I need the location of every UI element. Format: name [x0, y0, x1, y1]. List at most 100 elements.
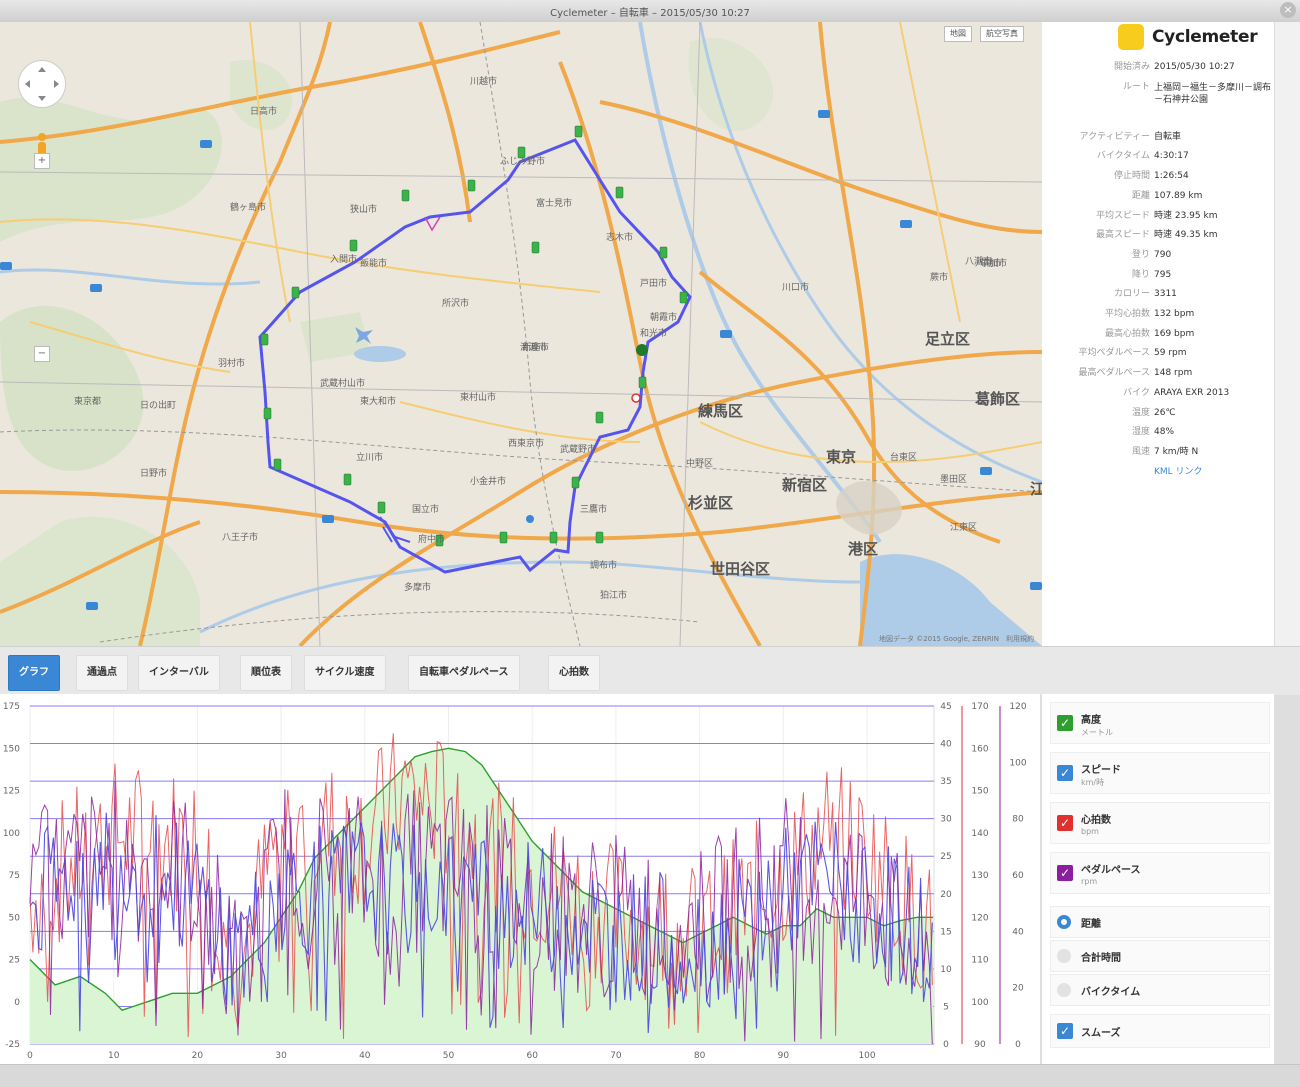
- ride-graph[interactable]: 0 10 20 30 40 50 60 70 80 90 100 -25 0 25 50 75 100 125 15…: [0, 694, 1040, 1064]
- tab-cycle-speed[interactable]: サイクル速度: [304, 655, 386, 691]
- x-option-distance[interactable]: 距離: [1050, 906, 1270, 938]
- stat-value: ARAYA EXR 2013: [1154, 387, 1230, 398]
- stat-value: 169 bpm: [1154, 328, 1195, 339]
- x-tick-label: 90: [778, 1051, 790, 1061]
- map-place-label: 清瀬市: [520, 341, 547, 353]
- x-option-total-time-label: 合計時間: [1081, 953, 1121, 964]
- altitude-checkbox[interactable]: ✓: [1057, 715, 1073, 731]
- stat-row: 平均スピード 時速 23.95 km: [1044, 207, 1276, 227]
- x-tick-label: 50: [443, 1051, 455, 1061]
- stat-label: 登り: [1131, 249, 1150, 260]
- cyclemeter-logo-icon: [1118, 24, 1144, 50]
- map-place-label: ふじみ野市: [500, 155, 545, 167]
- x-tick-label: 60: [526, 1051, 538, 1061]
- stat-row: 開始済み 2015/05/30 10:27: [1044, 58, 1276, 78]
- map-place-label: 川越市: [470, 75, 497, 87]
- window-bottom-bar: [0, 1064, 1300, 1087]
- x-tick-label: 30: [275, 1051, 287, 1061]
- cadence-checkbox[interactable]: ✓: [1057, 865, 1073, 881]
- tab-graph[interactable]: グラフ: [8, 655, 60, 691]
- tab-rankings[interactable]: 順位表: [240, 655, 292, 691]
- map-type-satellite-button[interactable]: 航空写真: [980, 26, 1024, 42]
- tab-intervals[interactable]: インターバル: [138, 655, 220, 691]
- x-option-bike-time[interactable]: バイクタイム: [1050, 974, 1270, 1006]
- stat-label: 平均スピード: [1095, 210, 1150, 221]
- stat-value: 1:26:54: [1154, 171, 1189, 182]
- close-icon[interactable]: ×: [1280, 2, 1296, 18]
- x-tick-label: 80: [694, 1051, 706, 1061]
- map-place-label: 港区: [848, 540, 878, 558]
- altitude-tick-label: 150: [3, 744, 20, 754]
- legend-heart-rate[interactable]: ✓ 心拍数 bpm: [1050, 802, 1270, 844]
- cadence-tick-label: 100: [1009, 758, 1026, 768]
- map-place-label: 多摩市: [404, 581, 431, 593]
- stat-row: 登り 790: [1044, 246, 1276, 266]
- stat-label: 最高心拍数: [1104, 328, 1150, 339]
- tab-heart-rate[interactable]: 心拍数: [548, 655, 600, 691]
- legend-cadence-unit: rpm: [1081, 877, 1098, 886]
- speed-tick-label: 15: [940, 927, 951, 937]
- heart-rate-tick-label: 100: [971, 998, 988, 1008]
- cadence-tick-label: 80: [1012, 815, 1024, 825]
- speed-tick-label: 10: [940, 965, 952, 975]
- zoom-out-button[interactable]: −: [34, 346, 50, 362]
- map-place-label: 日の出町: [140, 399, 176, 411]
- map-place-label: 武蔵村山市: [320, 377, 365, 389]
- speed-checkbox[interactable]: ✓: [1057, 765, 1073, 781]
- legend-speed-name: スピード: [1081, 765, 1121, 776]
- stat-label: 最高ペダルペース: [1078, 368, 1150, 379]
- map-place-label: 蕨市: [930, 271, 948, 283]
- distance-radio[interactable]: [1057, 915, 1071, 929]
- map-place-label: 所沢市: [442, 297, 469, 309]
- smooth-checkbox[interactable]: ✓: [1057, 1023, 1073, 1039]
- legend-heart-rate-name: 心拍数: [1081, 815, 1111, 826]
- map-place-label: 東村山市: [460, 391, 496, 403]
- map-place-label: 三鷹市: [580, 503, 607, 515]
- heart-rate-tick-label: 160: [971, 744, 988, 754]
- altitude-tick-label: 175: [3, 702, 20, 712]
- pan-control[interactable]: [18, 60, 66, 108]
- stat-label: 最高スピード: [1095, 230, 1150, 241]
- map-place-label: 武蔵野市: [560, 443, 596, 455]
- sidebar-scrollbar[interactable]: [1274, 22, 1300, 646]
- legend-altitude-name: 高度: [1081, 715, 1101, 726]
- map-place-label: 八王子市: [222, 531, 258, 543]
- stat-row: バイク ARAYA EXR 2013: [1044, 384, 1276, 404]
- legend-speed[interactable]: ✓ スピード km/時: [1050, 752, 1270, 794]
- legend-altitude[interactable]: ✓ 高度 メートル: [1050, 702, 1270, 744]
- route-map[interactable]: 川越市 日高市 鶴ヶ島市 ふじみ野市 富士見市 志木市 狭山市 飯能市 入間市 所沢市 新座市 朝霞市…: [0, 22, 1042, 646]
- altitude-tick-label: 0: [14, 998, 20, 1008]
- tab-pedal-cadence[interactable]: 自転車ペダルペース: [408, 655, 520, 691]
- x-option-total-time[interactable]: 合計時間: [1050, 940, 1270, 972]
- map-canvas: 川越市日高市鶴ヶ島市ふじみ野市富士見市志木市狭山市飯能市入間市所沢市新座市朝霞市…: [0, 22, 1042, 646]
- map-place-label: 練馬区: [698, 402, 743, 420]
- smooth-option[interactable]: ✓ スムーズ: [1050, 1014, 1270, 1048]
- stat-row: 温度 26℃: [1044, 404, 1276, 424]
- stat-row: 停止時間 1:26:54: [1044, 167, 1276, 187]
- map-place-label: 鶴ヶ島市: [230, 201, 266, 213]
- legend-cadence[interactable]: ✓ ペダルペース rpm: [1050, 852, 1270, 894]
- heart-rate-tick-label: 170: [971, 702, 988, 712]
- bike-time-radio[interactable]: [1057, 983, 1071, 997]
- map-place-label: 富士見市: [536, 197, 572, 209]
- zoom-in-button[interactable]: +: [34, 153, 50, 169]
- total-time-radio[interactable]: [1057, 949, 1071, 963]
- map-place-label: 立川市: [356, 451, 383, 463]
- graph-legend: ✓ 高度 メートル ✓ スピード km/時 ✓ 心拍数 bpm ✓ ペダルペース…: [1042, 694, 1274, 1064]
- heart-rate-checkbox[interactable]: ✓: [1057, 815, 1073, 831]
- cadence-tick-label: 120: [1009, 702, 1026, 712]
- smooth-label: スムーズ: [1081, 1028, 1121, 1039]
- stat-label: アクティビティー: [1079, 131, 1150, 142]
- map-place-label: 羽村市: [218, 357, 245, 369]
- tab-waypoints[interactable]: 通過点: [76, 655, 128, 691]
- kml-link[interactable]: KML リンク: [1154, 464, 1203, 477]
- legend-altitude-unit: メートル: [1081, 728, 1113, 737]
- map-type-map-button[interactable]: 地図: [944, 26, 972, 42]
- altitude-tick-label: 25: [9, 956, 20, 966]
- stat-row: カロリー 3311: [1044, 285, 1276, 305]
- stat-value: 790: [1154, 249, 1172, 260]
- stat-label: 降り: [1131, 269, 1150, 280]
- speed-tick-label: 0: [943, 1040, 949, 1050]
- map-place-label: 日高市: [250, 105, 277, 117]
- altitude-tick-label: 50: [9, 913, 21, 923]
